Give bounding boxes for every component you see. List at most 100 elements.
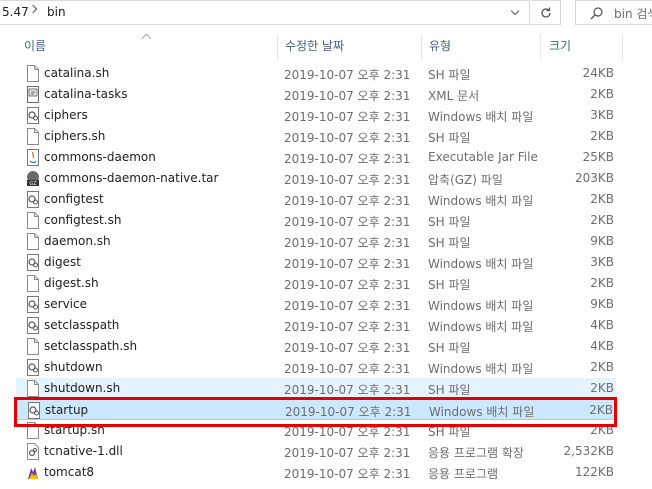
file-type: SH 파일 (428, 68, 471, 82)
file-date: 2019-10-07 오후 2:31 (284, 215, 411, 229)
file-row[interactable]: startup.sh 2019-10-07 오후 2:31 SH 파일 2KB (16, 420, 616, 441)
column-divider[interactable] (277, 34, 278, 60)
search-box[interactable]: bin 검색 (575, 0, 652, 25)
column-divider[interactable] (540, 34, 541, 60)
file-type: 응용 프로그램 (428, 467, 499, 481)
svg-text:GZ: GZ (29, 181, 37, 187)
file-name: daemon.sh (44, 234, 111, 248)
file-type: SH 파일 (428, 425, 471, 439)
file-type: Windows 배치 파일 (428, 194, 534, 208)
file-name: catalina-tasks (44, 87, 128, 101)
file-name: configtest.sh (44, 213, 122, 227)
file-row[interactable]: tomcat8 2019-10-07 오후 2:31 응용 프로그램 122KB (16, 462, 616, 483)
column-date[interactable]: 수정한 날짜 (285, 32, 344, 60)
file-type: Windows 배치 파일 (428, 362, 534, 376)
file-row[interactable]: daemon.sh 2019-10-07 오후 2:31 SH 파일 9KB (16, 231, 616, 252)
file-size: 2KB (590, 381, 614, 395)
file-row[interactable]: service 2019-10-07 오후 2:31 Windows 배치 파일 9K… (16, 294, 616, 315)
column-header: 이름 수정한 날짜 유형 크기 (0, 32, 652, 60)
file-row[interactable]: commons-daemon 2019-10-07 오후 2:31 Executab… (16, 147, 616, 168)
file-size: 9KB (590, 234, 614, 248)
file-size: 203KB (574, 171, 614, 185)
column-divider[interactable] (421, 34, 422, 60)
file-type: Executable Jar File (428, 150, 538, 164)
file-icon (26, 233, 40, 250)
file-size: 4KB (590, 318, 614, 332)
search-icon (590, 7, 603, 20)
dll-file-icon (26, 443, 40, 460)
file-row[interactable]: shutdown.sh 2019-10-07 오후 2:31 SH 파일 2KB (16, 378, 616, 399)
gz-archive-icon: GZ (26, 170, 40, 187)
file-date: 2019-10-07 오후 2:31 (284, 425, 411, 439)
batch-file-icon (26, 107, 40, 124)
file-name: setclasspath (44, 318, 120, 332)
file-type: 응용 프로그램 확장 (428, 446, 524, 460)
file-date: 2019-10-07 오후 2:31 (284, 362, 411, 376)
sort-ascending-icon (141, 33, 152, 44)
file-icon (26, 422, 40, 439)
file-row[interactable]: catalina.sh 2019-10-07 오후 2:31 SH 파일 24KB (16, 63, 616, 84)
file-icon (26, 128, 40, 145)
file-date: 2019-10-07 오후 2:31 (285, 405, 412, 419)
file-name: digest.sh (44, 276, 99, 290)
file-date: 2019-10-07 오후 2:31 (284, 89, 411, 103)
file-type: Windows 배치 파일 (429, 405, 535, 419)
file-row[interactable]: configtest.sh 2019-10-07 오후 2:31 SH 파일 2KB (16, 210, 616, 231)
file-row[interactable]: digest.sh 2019-10-07 오후 2:31 SH 파일 2KB (16, 273, 616, 294)
file-date: 2019-10-07 오후 2:31 (284, 110, 411, 124)
file-size: 9KB (590, 297, 614, 311)
file-name: commons-daemon-native.tar (44, 171, 219, 185)
file-row[interactable]: GZ commons-daemon-native.tar 2019-10-07 오후… (16, 168, 616, 189)
file-date: 2019-10-07 오후 2:31 (284, 383, 411, 397)
file-name: digest (44, 255, 81, 269)
refresh-button[interactable] (531, 0, 561, 25)
file-size: 2KB (590, 423, 614, 437)
file-icon (26, 275, 40, 292)
batch-file-icon (26, 191, 40, 208)
file-date: 2019-10-07 오후 2:31 (284, 278, 411, 292)
file-type: Windows 배치 파일 (428, 320, 534, 334)
file-name: startup.sh (44, 423, 105, 437)
address-bar[interactable]: 5.47 bin (0, 0, 530, 25)
column-size[interactable]: 크기 (549, 32, 571, 60)
breadcrumb-parent[interactable]: 5.47 (2, 5, 29, 19)
file-date: 2019-10-07 오후 2:31 (284, 236, 411, 250)
batch-file-icon (27, 402, 41, 419)
file-icon (26, 338, 40, 355)
file-size: 25KB (582, 150, 614, 164)
column-type[interactable]: 유형 (429, 32, 451, 60)
file-row[interactable]: tcnative-1.dll 2019-10-07 오후 2:31 응용 프로그램 … (16, 441, 616, 462)
file-row[interactable]: ciphers 2019-10-07 오후 2:31 Windows 배치 파일 3K… (16, 105, 616, 126)
chevron-down-icon[interactable] (510, 6, 520, 16)
file-type: SH 파일 (428, 341, 471, 355)
file-type: SH 파일 (428, 236, 471, 250)
file-date: 2019-10-07 오후 2:31 (284, 257, 411, 271)
file-size: 3KB (590, 255, 614, 269)
file-row[interactable]: digest 2019-10-07 오후 2:31 Windows 배치 파일 3KB (16, 252, 616, 273)
tomcat-app-icon (26, 464, 40, 481)
file-icon (26, 65, 40, 82)
file-date: 2019-10-07 오후 2:31 (284, 131, 411, 145)
file-row[interactable]: setclasspath 2019-10-07 오후 2:31 Windows 배치… (16, 315, 616, 336)
file-type: XML 문서 (428, 89, 480, 103)
file-date: 2019-10-07 오후 2:31 (284, 152, 411, 166)
breadcrumb-separator-icon[interactable] (28, 4, 38, 14)
jar-file-icon (26, 149, 40, 166)
file-row[interactable]: ciphers.sh 2019-10-07 오후 2:31 SH 파일 2KB (16, 126, 616, 147)
file-row[interactable]: catalina-tasks 2019-10-07 오후 2:31 XML 문서 2K… (16, 84, 616, 105)
file-row[interactable]: shutdown 2019-10-07 오후 2:31 Windows 배치 파일 2… (16, 357, 616, 378)
file-size: 2,532KB (563, 444, 614, 458)
column-divider[interactable] (622, 34, 623, 60)
file-row[interactable]: configtest 2019-10-07 오후 2:31 Windows 배치 파… (16, 189, 616, 210)
file-size: 2KB (590, 276, 614, 290)
batch-file-icon (26, 359, 40, 376)
file-row[interactable]: startup 2019-10-07 오후 2:31 Windows 배치 파일 2K… (16, 399, 616, 420)
file-date: 2019-10-07 오후 2:31 (284, 446, 411, 460)
file-name: shutdown.sh (44, 381, 121, 395)
column-name[interactable]: 이름 (24, 32, 46, 60)
file-date: 2019-10-07 오후 2:31 (284, 320, 411, 334)
file-name: tcnative-1.dll (44, 444, 123, 458)
file-row[interactable]: setclasspath.sh 2019-10-07 오후 2:31 SH 파일 4K… (16, 336, 616, 357)
breadcrumb-current[interactable]: bin (47, 5, 66, 19)
file-size: 2KB (590, 129, 614, 143)
